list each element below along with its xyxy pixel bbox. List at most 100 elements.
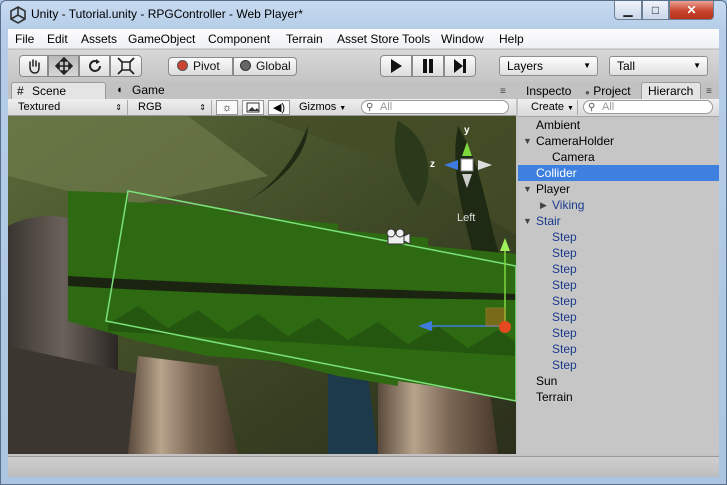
dropdown-arrow-icon: ▼ bbox=[583, 61, 591, 70]
hierarchy-item-label: Step bbox=[552, 278, 577, 292]
hierarchy-item[interactable]: ▼ CameraHolder bbox=[518, 133, 719, 149]
dropdown-arrow-icon: ▼ bbox=[339, 105, 347, 112]
hierarchy-item[interactable]: Ambient bbox=[518, 117, 719, 133]
move-icon bbox=[54, 56, 73, 76]
render-mode-label: Textured bbox=[18, 101, 61, 113]
hierarchy-item[interactable]: Step bbox=[518, 261, 719, 277]
create-label: Create bbox=[531, 101, 565, 113]
menu-gameobject[interactable]: GameObject bbox=[128, 32, 195, 46]
image-toggle[interactable] bbox=[242, 100, 264, 115]
menu-edit[interactable]: Edit bbox=[47, 32, 68, 46]
gizmos-dropdown[interactable]: Gizmos ▼ bbox=[299, 100, 346, 115]
create-dropdown[interactable]: Create ▼ bbox=[526, 100, 578, 115]
maximize-button[interactable]: □ bbox=[642, 1, 669, 20]
hierarchy-item[interactable]: Step bbox=[518, 245, 719, 261]
hierarchy-list: Ambient ▼ CameraHolder Camera Collider ▼ Playe… bbox=[518, 117, 719, 454]
layout-label: Tall bbox=[617, 59, 636, 73]
hierarchy-item-label: Viking bbox=[552, 198, 585, 212]
tab-scene[interactable]: # Scene bbox=[11, 82, 106, 99]
global-toggle[interactable]: Global bbox=[233, 57, 297, 76]
hierarchy-item-label: Step bbox=[552, 294, 577, 308]
scene-viewport[interactable]: y z Left bbox=[8, 116, 516, 454]
lighting-toggle[interactable]: ☼ bbox=[216, 100, 238, 115]
pivot-icon bbox=[177, 60, 188, 71]
scale-icon bbox=[117, 57, 135, 75]
hierarchy-item[interactable]: Step bbox=[518, 325, 719, 341]
pause-button[interactable] bbox=[412, 55, 444, 77]
step-icon bbox=[454, 59, 466, 73]
hierarchy-item[interactable]: Step bbox=[518, 341, 719, 357]
hierarchy-item[interactable]: Collider bbox=[518, 165, 719, 181]
hierarchy-item[interactable]: Step bbox=[518, 309, 719, 325]
menu-component[interactable]: Component bbox=[208, 32, 270, 46]
hierarchy-item-label: Collider bbox=[536, 166, 577, 180]
menu-help[interactable]: Help bbox=[499, 32, 524, 46]
grid-icon: # bbox=[17, 84, 24, 98]
audio-toggle[interactable]: ◀) bbox=[268, 100, 290, 115]
hierarchy-item-label: Camera bbox=[552, 150, 595, 164]
gizmos-label: Gizmos bbox=[299, 101, 337, 113]
hierarchy-item-label: Ambient bbox=[536, 118, 581, 132]
hierarchy-item[interactable]: Step bbox=[518, 277, 719, 293]
hierarchy-search-input[interactable]: ⚲ All bbox=[583, 100, 713, 114]
step-button[interactable] bbox=[444, 55, 476, 77]
menu-terrain[interactable]: Terrain bbox=[286, 32, 323, 46]
play-icon bbox=[391, 59, 402, 73]
hierarchy-item-label: Stair bbox=[536, 214, 561, 228]
expand-right-icon[interactable]: ▶ bbox=[540, 197, 547, 213]
search-icon: ⚲ bbox=[366, 102, 374, 113]
hierarchy-item[interactable]: ▼ Stair bbox=[518, 213, 719, 229]
expand-down-icon[interactable]: ▼ bbox=[523, 181, 532, 197]
close-button[interactable]: ✕ bbox=[669, 1, 714, 20]
hierarchy-item-label: Step bbox=[552, 230, 577, 244]
hand-tool-button[interactable] bbox=[19, 55, 48, 77]
layout-dropdown[interactable]: Tall ▼ bbox=[609, 56, 708, 76]
hierarchy-item[interactable]: ▶ Viking bbox=[518, 197, 719, 213]
pacman-icon: ◖ bbox=[116, 84, 123, 96]
tab-game[interactable]: ◖ Game bbox=[112, 82, 182, 99]
scene-search-input[interactable]: ⚲ All bbox=[361, 100, 509, 114]
expand-down-icon[interactable]: ▼ bbox=[523, 213, 532, 229]
hierarchy-item[interactable]: Step bbox=[518, 229, 719, 245]
hierarchy-item-label: Step bbox=[552, 310, 577, 324]
hierarchy-item[interactable]: Step bbox=[518, 357, 719, 373]
hierarchy-item[interactable]: Camera bbox=[518, 149, 719, 165]
scale-tool-button[interactable] bbox=[110, 55, 142, 77]
axis-y-label: y bbox=[464, 125, 470, 136]
panel-menu-icon[interactable]: ≡ bbox=[706, 86, 712, 97]
hierarchy-item-label: Step bbox=[552, 246, 577, 260]
view-label: Left bbox=[457, 212, 476, 224]
hierarchy-item-label: Sun bbox=[536, 374, 558, 388]
rotate-tool-button[interactable] bbox=[79, 55, 110, 77]
tab-hierarchy[interactable]: Hierarch bbox=[641, 82, 701, 100]
menu-assets[interactable]: Assets bbox=[81, 32, 117, 46]
menu-asset-store-tools[interactable]: Asset Store Tools bbox=[337, 32, 430, 46]
color-mode-label: RGB bbox=[138, 101, 162, 113]
tab-project[interactable]: ● Project bbox=[585, 83, 639, 100]
menu-file[interactable]: File bbox=[15, 32, 34, 46]
search-icon: ⚲ bbox=[588, 102, 596, 113]
play-button[interactable] bbox=[380, 55, 412, 77]
menu-window[interactable]: Window bbox=[441, 32, 484, 46]
rotate-icon bbox=[88, 59, 101, 72]
render-mode-dropdown[interactable]: Textured ⇕ bbox=[8, 100, 128, 115]
tab-inspector-label: Inspecto bbox=[526, 84, 572, 98]
project-icon: ● bbox=[585, 88, 590, 97]
layers-dropdown[interactable]: Layers ▼ bbox=[499, 56, 598, 76]
hierarchy-item[interactable]: Step bbox=[518, 293, 719, 309]
minimize-button[interactable]: ▁ bbox=[614, 1, 642, 20]
panel-menu-icon[interactable]: ≡ bbox=[500, 86, 506, 97]
expand-down-icon[interactable]: ▼ bbox=[523, 133, 532, 149]
hierarchy-item-label: Step bbox=[552, 262, 577, 276]
color-mode-dropdown[interactable]: RGB ⇕ bbox=[128, 100, 212, 115]
status-bar bbox=[8, 456, 719, 477]
hierarchy-item[interactable]: Sun bbox=[518, 373, 719, 389]
hierarchy-item[interactable]: Terrain bbox=[518, 389, 719, 405]
dropdown-arrow-icon: ▼ bbox=[567, 105, 574, 112]
hierarchy-search-placeholder: All bbox=[602, 101, 615, 113]
hierarchy-item[interactable]: ▼ Player bbox=[518, 181, 719, 197]
tab-inspector[interactable]: Inspecto bbox=[526, 83, 576, 100]
move-tool-button[interactable] bbox=[48, 55, 79, 77]
updown-arrow-icon: ⇕ bbox=[115, 103, 122, 112]
pivot-toggle[interactable]: Pivot bbox=[168, 57, 233, 76]
